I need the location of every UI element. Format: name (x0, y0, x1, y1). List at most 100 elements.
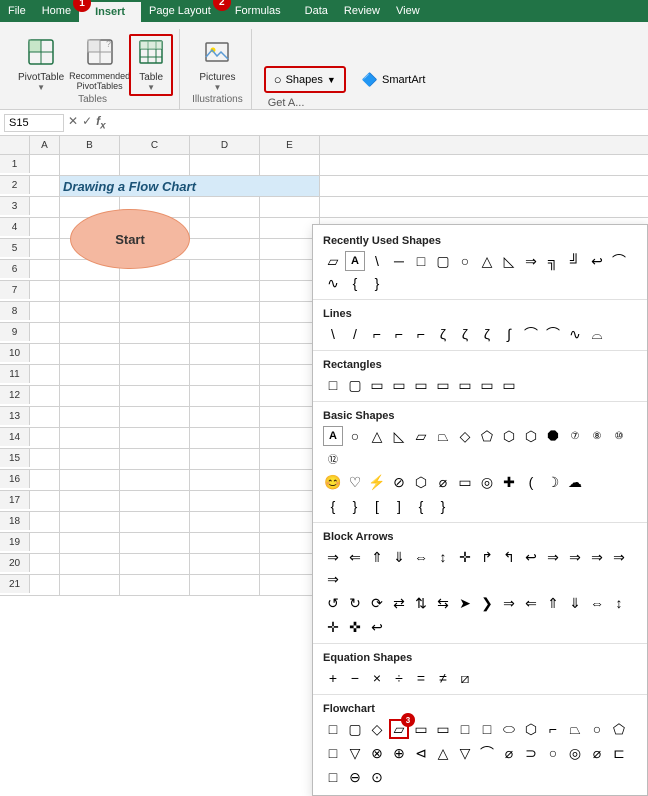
cell-A20[interactable] (30, 554, 60, 574)
fc-alt-process[interactable]: ▢ (345, 719, 365, 739)
line-arc2[interactable]: ⌒ (521, 324, 541, 344)
arrow-plus2[interactable]: ✜ (345, 617, 365, 637)
cell-A5[interactable] (30, 239, 60, 259)
basic-cylinder[interactable]: ⌀ (433, 472, 453, 492)
rect-basic[interactable]: □ (323, 375, 343, 395)
shape-corner2[interactable]: ╝ (565, 251, 585, 271)
cell-E7[interactable] (260, 281, 320, 301)
cell-E8[interactable] (260, 302, 320, 322)
cell-E18[interactable] (260, 512, 320, 532)
pivot-table-btn[interactable]: PivotTable ▼ (14, 36, 68, 94)
cell-A18[interactable] (30, 512, 60, 532)
fc-sequential-access[interactable]: ○ (543, 743, 563, 763)
cell-C20[interactable] (120, 554, 190, 574)
cell-D11[interactable] (190, 365, 260, 385)
shape-rect[interactable]: □ (411, 251, 431, 271)
cell-D9[interactable] (190, 323, 260, 343)
fc-direct-access[interactable]: ⌀ (587, 743, 607, 763)
rect-snip3[interactable]: ▭ (411, 375, 431, 395)
basic-diamond[interactable]: ◇ (455, 426, 475, 446)
basic-rt-triangle[interactable]: ◺ (389, 426, 409, 446)
line-elbow3[interactable]: ⌐ (411, 324, 431, 344)
cell-C17[interactable] (120, 491, 190, 511)
cell-B11[interactable] (60, 365, 120, 385)
basic-heart[interactable]: ♡ (345, 472, 365, 492)
basic-brace4[interactable]: } (433, 496, 453, 516)
fc-document[interactable]: □ (455, 719, 475, 739)
arrow-notched[interactable]: ➤ (455, 593, 475, 613)
arrow-strip2[interactable]: ⇒ (565, 547, 585, 567)
arrow-up-block[interactable]: ⇑ (367, 547, 387, 567)
line-elbow1[interactable]: ⌐ (367, 324, 387, 344)
fc-internal-storage[interactable]: ▭ (433, 719, 453, 739)
cell-C14[interactable] (120, 428, 190, 448)
cell-C10[interactable] (120, 344, 190, 364)
basic-plus[interactable]: ✚ (499, 472, 519, 492)
cell-B18[interactable] (60, 512, 120, 532)
arrow-callout2[interactable]: ⇐ (521, 593, 541, 613)
shape-rt-triangle[interactable]: ◺ (499, 251, 519, 271)
cell-D3[interactable] (190, 197, 260, 217)
fc-process[interactable]: □ (323, 719, 343, 739)
basic-hexagon[interactable]: ⬡ (499, 426, 519, 446)
cell-oval-row[interactable]: Start (60, 239, 260, 259)
menu-file[interactable]: File (0, 3, 34, 19)
cell-B1[interactable] (60, 155, 120, 175)
fc-data[interactable]: ▱3 (389, 719, 409, 739)
arrow-quad-block[interactable]: ✛ (455, 547, 475, 567)
cell-B10[interactable] (60, 344, 120, 364)
shape-corner[interactable]: ╗ (543, 251, 563, 271)
cell-C16[interactable] (120, 470, 190, 490)
cell-E20[interactable] (260, 554, 320, 574)
menu-data[interactable]: Data (297, 3, 336, 19)
cancel-formula-icon[interactable]: ✕ (68, 114, 78, 131)
fc-or[interactable]: ⊕ (389, 743, 409, 763)
fc-stored-data[interactable]: ⌀ (499, 743, 519, 763)
line-freeform[interactable]: ⌓ (587, 324, 607, 344)
recommended-pivot-btn[interactable]: ? RecommendedPivotTables (72, 36, 127, 94)
line-diag1[interactable]: \ (323, 324, 343, 344)
basic-heptagon[interactable]: ⬡ (521, 426, 541, 446)
cell-E4[interactable] (260, 218, 320, 238)
line-curve2[interactable]: ζ (455, 324, 475, 344)
cell-E19[interactable] (260, 533, 320, 553)
cell-C8[interactable] (120, 302, 190, 322)
arrow-callout3[interactable]: ⇑ (543, 593, 563, 613)
basic-bracket-l[interactable]: [ (367, 496, 387, 516)
cell-D17[interactable] (190, 491, 260, 511)
menu-insert[interactable]: Insert (87, 4, 133, 20)
fc-summing-junc[interactable]: ⊗ (367, 743, 387, 763)
arrow-ud-block[interactable]: ↕ (433, 547, 453, 567)
cell-E21[interactable] (260, 575, 320, 595)
cell-D4[interactable] (190, 218, 260, 238)
cell-E9[interactable] (260, 323, 320, 343)
rect-rounded[interactable]: ▢ (345, 375, 365, 395)
table-btn[interactable]: Table ▼ (131, 36, 171, 94)
fc-display[interactable]: ⊏ (609, 743, 629, 763)
arrow-lr-block[interactable]: ⇔ (411, 547, 431, 567)
cell-A2[interactable] (30, 176, 60, 196)
basic-circle7[interactable]: ⑦ (565, 426, 585, 446)
cell-A14[interactable] (30, 428, 60, 448)
cell-A1[interactable] (30, 155, 60, 175)
line-diag2[interactable]: / (345, 324, 365, 344)
basic-brace-l2[interactable]: { (323, 496, 343, 516)
shape-curve[interactable]: ↩ (587, 251, 607, 271)
fc-delay[interactable]: ⊃ (521, 743, 541, 763)
get-addins-label[interactable]: Get A... (264, 97, 434, 109)
pictures-btn[interactable]: Pictures ▼ (195, 36, 239, 94)
arrow-right-block[interactable]: ⇒ (323, 547, 343, 567)
fc-magnetic-disk[interactable]: ◎ (565, 743, 585, 763)
cell-C15[interactable] (120, 449, 190, 469)
arrow-plus1[interactable]: ✛ (323, 617, 343, 637)
line-arc1[interactable]: ∫ (499, 324, 519, 344)
basic-pentagon[interactable]: ⬠ (477, 426, 497, 446)
cell-B20[interactable] (60, 554, 120, 574)
cell-A17[interactable] (30, 491, 60, 511)
cell-D12[interactable] (190, 386, 260, 406)
arrow-down-block[interactable]: ⇓ (389, 547, 409, 567)
eq-notequal[interactable]: ≠ (433, 668, 453, 688)
eq-equals[interactable]: = (411, 668, 431, 688)
arrow-dual2[interactable]: ⇅ (411, 593, 431, 613)
cell-E1[interactable] (260, 155, 320, 175)
